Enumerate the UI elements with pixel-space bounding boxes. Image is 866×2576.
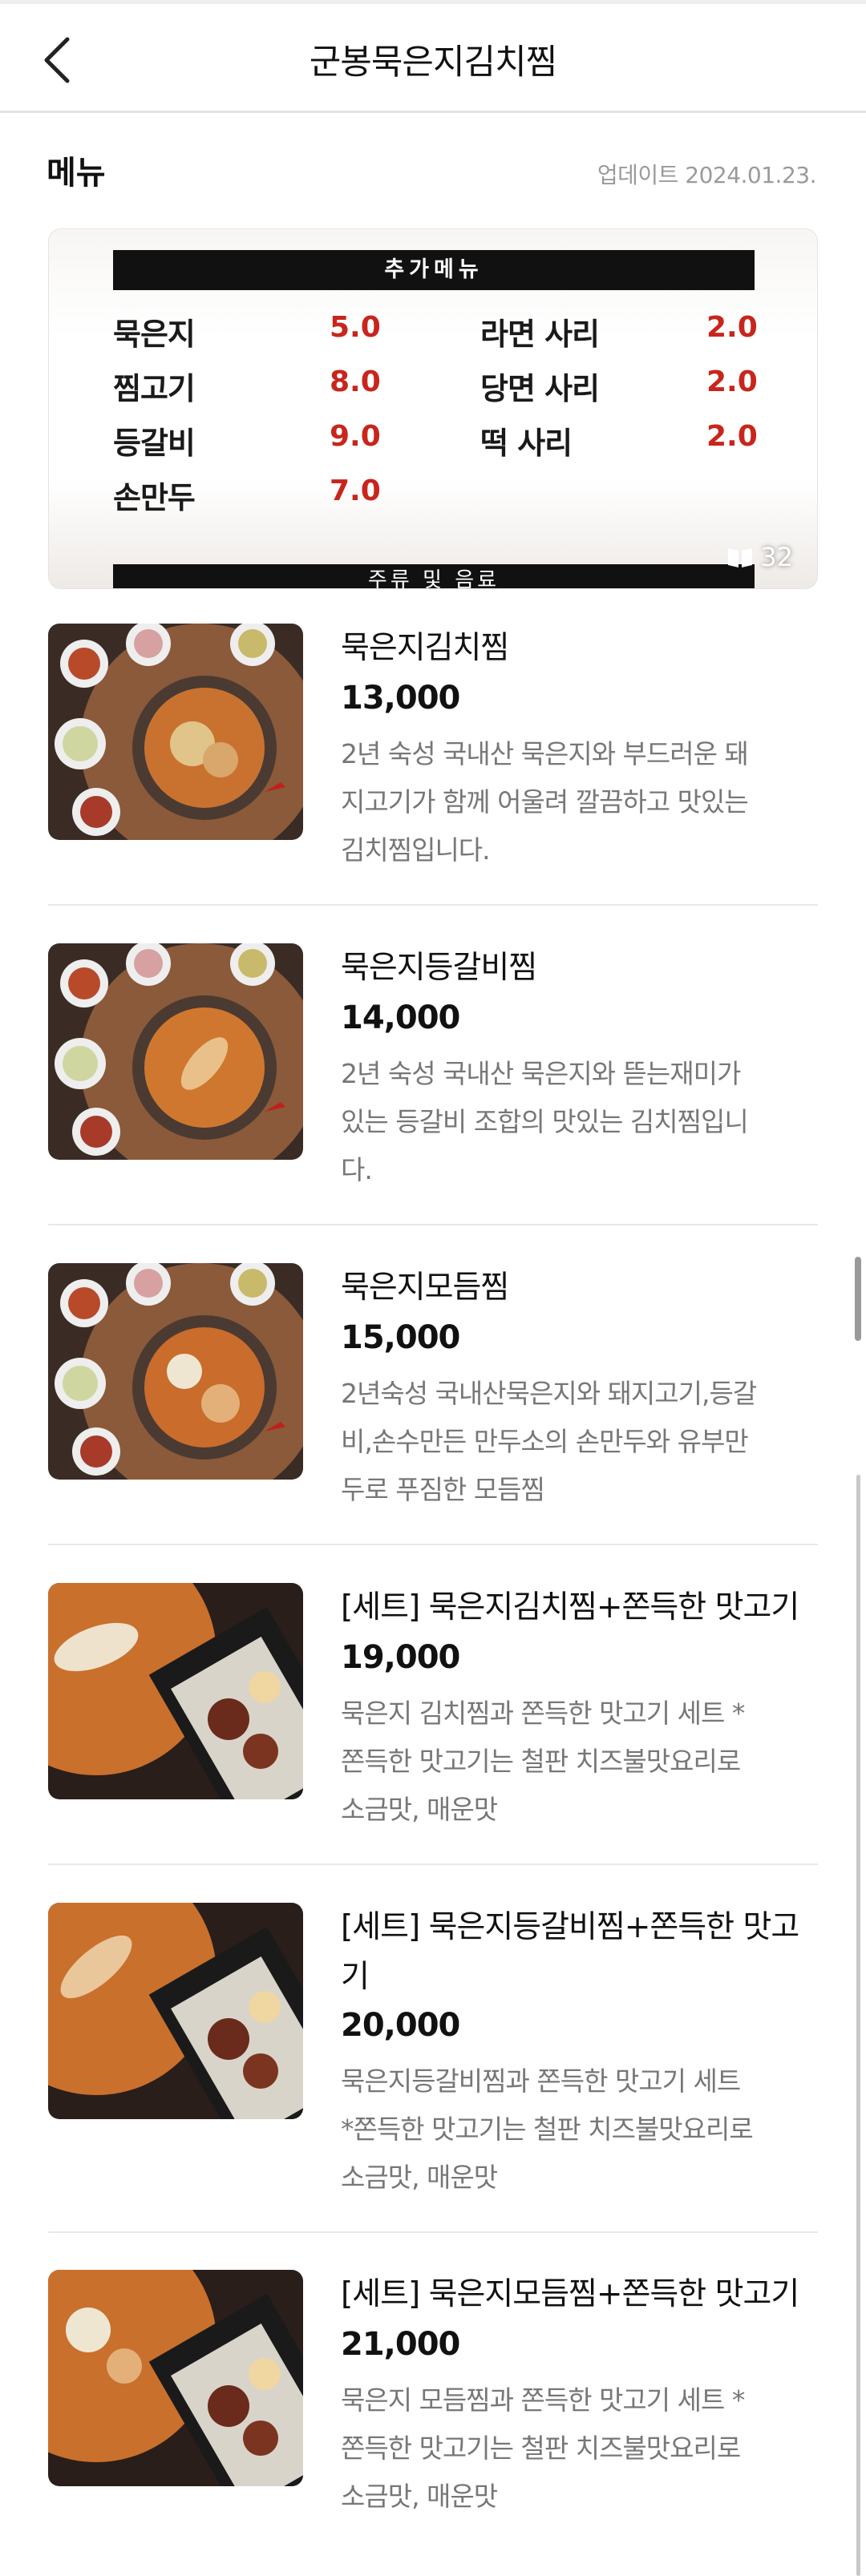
menu-item[interactable]: [세트] 묵은지김치찜+쫀득한 맛고기 19,000 묵은지 김치찜과 쫀득한 … (48, 1583, 818, 1825)
board-item-name: 떡 사리 (480, 426, 573, 461)
desc-line: 쫀득한 맛고기는 철판 치즈불맛요리로 (341, 2433, 741, 2464)
menu-description: 2년 숙성 국내산 묵은지와 뜯는재미가 있는 등갈비 조합의 맛있는 김치찜입… (341, 1050, 822, 1194)
scrollbar-thumb[interactable] (855, 1257, 861, 1341)
desc-line: 두로 푸짐한 모듬찜 (341, 1474, 545, 1505)
page-title: 군봉묵은지김치찜 (309, 42, 557, 83)
menu-name: 묵은지김치찜 (341, 630, 509, 666)
update-date: 업데이트 2024.01.23. (597, 162, 817, 188)
board-item-name: 당면 사리 (480, 371, 600, 406)
menu-description: 묵은지 모듬찜과 쫀득한 맛고기 세트 * 쫀득한 맛고기는 철판 치즈불맛요리… (341, 2376, 822, 2521)
menu-description: 2년 숙성 국내산 묵은지와 부드러운 돼 지고기가 함께 어울려 깔끔하고 맛… (341, 730, 822, 874)
board-item-name: 라면 사리 (480, 317, 600, 352)
board-item-name: 묵은지 (113, 317, 196, 352)
desc-line: 소금맛, 매운맛 (341, 2481, 498, 2512)
menu-item[interactable]: [세트] 묵은지등갈비찜+쫀득한 맛고 기 20,000 묵은지등갈비찜과 쫀득… (48, 1903, 818, 2193)
menu-thumbnail (48, 1583, 303, 1799)
menu-item[interactable]: 묵은지김치찜 13,000 2년 숙성 국내산 묵은지와 부드러운 돼 지고기가… (48, 624, 818, 866)
board-header: 추가메뉴 (113, 250, 755, 290)
menu-description: 묵은지등갈비찜과 쫀득한 맛고기 세트 *쫀득한 맛고기는 철판 치즈불맛요리로… (341, 2057, 822, 2202)
board-item-price: 5.0 (330, 311, 381, 344)
section-title: 메뉴 (47, 155, 106, 192)
desc-line: 있는 등갈비 조합의 맛있는 김치찜입니 (341, 1106, 749, 1137)
menu-thumbnail (48, 2270, 303, 2486)
menu-price: 13,000 (341, 680, 460, 717)
desc-line: 소금맛, 매운맛 (341, 1794, 498, 1825)
board-item-name: 등갈비 (113, 426, 196, 461)
menu-description: 묵은지 김치찜과 쫀득한 맛고기 세트 * 쫀득한 맛고기는 철판 치즈불맛요리… (341, 1690, 822, 1834)
menu-name: [세트] 묵은지등갈비찜+쫀득한 맛고 기 (341, 1903, 822, 2002)
menu-price: 20,000 (341, 2007, 460, 2044)
desc-line: 묵은지 모듬찜과 쫀득한 맛고기 세트 * (341, 2384, 745, 2416)
menu-name: [세트] 묵은지모듬찜+쫀득한 맛고기 (341, 2276, 799, 2312)
app-header: 군봉묵은지김치찜 (0, 4, 866, 113)
menu-description: 2년숙성 국내산묵은지와 돼지고기,등갈 비,손수만든 만두소의 손만두와 유부… (341, 1370, 822, 1514)
desc-line: 묵은지 김치찜과 쫀득한 맛고기 세트 * (341, 1698, 745, 1729)
desc-line: 비,손수만든 만두소의 손만두와 유부만 (341, 1426, 749, 1457)
menu-thumbnail (48, 1903, 303, 2119)
photo-count-badge: 32 (726, 542, 793, 572)
desc-line: 묵은지등갈비찜과 쫀득한 맛고기 세트 (341, 2065, 741, 2097)
divider (48, 1224, 818, 1225)
menu-thumbnail (48, 943, 303, 1160)
board-item-price: 2.0 (706, 365, 758, 398)
desc-line: 2년숙성 국내산묵은지와 돼지고기,등갈 (341, 1378, 757, 1409)
board-footer: 주류 및 음료 (113, 564, 755, 588)
name-line: 기 (341, 1959, 370, 1995)
photo-count: 32 (760, 542, 793, 572)
board-item-price: 7.0 (330, 474, 381, 507)
menu-price: 21,000 (341, 2326, 460, 2363)
menu-name: 묵은지모듬찜 (341, 1270, 509, 1306)
menu-board-image[interactable]: 추가메뉴 묵은지 5.0 찜고기 8.0 등갈비 9.0 손만두 7.0 라면 … (48, 228, 818, 589)
menu-thumbnail (48, 624, 303, 840)
name-line: [세트] 묵은지등갈비찜+쫀득한 맛고 (341, 1909, 799, 1945)
divider (48, 2231, 818, 2233)
desc-line: 2년 숙성 국내산 묵은지와 부드러운 돼 (341, 738, 749, 769)
menu-name: [세트] 묵은지김치찜+쫀득한 맛고기 (341, 1589, 799, 1625)
divider (48, 904, 818, 906)
desc-line: 다. (341, 1154, 373, 1185)
board-item-price: 2.0 (706, 311, 758, 344)
desc-line: 2년 숙성 국내산 묵은지와 뜯는재미가 (341, 1058, 741, 1089)
menu-price: 19,000 (341, 1639, 460, 1676)
desc-line: 지고기가 함께 어울려 깔끔하고 맛있는 (341, 786, 749, 818)
menu-item[interactable]: 묵은지모듬찜 15,000 2년숙성 국내산묵은지와 돼지고기,등갈 비,손수만… (48, 1263, 818, 1505)
board-item-price: 2.0 (706, 420, 758, 453)
divider (48, 1544, 818, 1545)
scrollbar-track[interactable] (856, 1475, 860, 2576)
board-item-price: 8.0 (330, 365, 381, 398)
board-item-name: 손만두 (113, 480, 196, 515)
desc-line: *쫀득한 맛고기는 철판 치즈불맛요리로 (341, 2114, 754, 2145)
menu-price: 15,000 (341, 1319, 460, 1356)
board-item-name: 찜고기 (113, 371, 196, 406)
menu-thumbnail (48, 1263, 303, 1480)
menu-item[interactable]: 묵은지등갈비찜 14,000 2년 숙성 국내산 묵은지와 뜯는재미가 있는 등… (48, 943, 818, 1185)
desc-line: 쫀득한 맛고기는 철판 치즈불맛요리로 (341, 1746, 741, 1777)
divider (48, 1863, 818, 1865)
desc-line: 김치찜입니다. (341, 834, 491, 866)
board-item-price: 9.0 (330, 420, 381, 453)
menu-name: 묵은지등갈비찜 (341, 950, 537, 986)
menu-price: 14,000 (341, 999, 460, 1036)
book-open-icon (728, 548, 753, 567)
desc-line: 소금맛, 매운맛 (341, 2162, 498, 2193)
menu-item[interactable]: [세트] 묵은지모듬찜+쫀득한 맛고기 21,000 묵은지 모듬찜과 쫀득한 … (48, 2270, 818, 2512)
